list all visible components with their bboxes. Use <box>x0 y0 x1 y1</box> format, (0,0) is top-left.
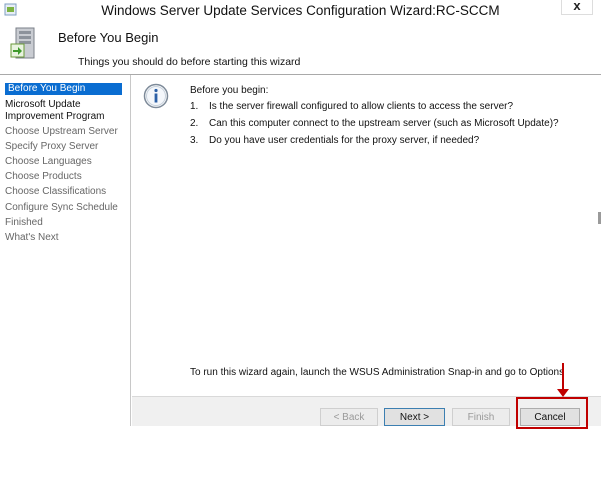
step-number: 3. <box>190 135 199 146</box>
step-number: 2. <box>190 118 199 129</box>
title-bar: Windows Server Update Services Configura… <box>0 0 601 21</box>
nav-item-microsoft-update[interactable]: Microsoft Update <box>5 99 81 111</box>
nav-item-finished[interactable]: Finished <box>5 217 43 229</box>
annotation-arrow-head <box>557 389 569 397</box>
intro-text: Before you begin: <box>190 85 269 96</box>
nav-item-configure-sync-schedule[interactable]: Configure Sync Schedule <box>5 202 118 214</box>
step-text: Do you have user credentials for the pro… <box>209 135 480 146</box>
step-text: Can this computer connect to the upstrea… <box>209 118 559 129</box>
wizard-window: Windows Server Update Services Configura… <box>0 0 601 426</box>
wizard-content: Before you begin: 1. Is the server firew… <box>132 75 601 396</box>
close-button[interactable]: x <box>561 0 593 15</box>
page-subtitle: Things you should do before starting thi… <box>78 56 301 68</box>
nav-item-specify-proxy-server[interactable]: Specify Proxy Server <box>5 141 98 153</box>
nav-item-improvement-program[interactable]: Improvement Program <box>5 111 104 123</box>
nav-item-choose-upstream-server[interactable]: Choose Upstream Server <box>5 126 118 138</box>
wizard-steps-nav: Before You Begin Microsoft Update Improv… <box>0 75 131 426</box>
finish-button[interactable]: Finish <box>452 408 510 426</box>
next-button[interactable]: Next > <box>384 408 445 426</box>
step-text: Is the server firewall configured to all… <box>209 101 514 112</box>
server-setup-icon <box>10 27 35 59</box>
nav-item-before-you-begin[interactable]: Before You Begin <box>5 83 122 95</box>
rerun-note: To run this wizard again, launch the WSU… <box>190 367 565 378</box>
info-icon <box>143 83 169 109</box>
annotation-arrow-shaft <box>562 363 564 391</box>
window-title: Windows Server Update Services Configura… <box>101 3 500 18</box>
cancel-highlight-box <box>516 397 588 429</box>
step-number: 1. <box>190 101 199 112</box>
nav-item-whats-next[interactable]: What's Next <box>5 232 59 244</box>
nav-item-choose-products[interactable]: Choose Products <box>5 171 82 183</box>
back-button[interactable]: < Back <box>320 408 378 426</box>
wizard-header: Before You Begin Things you should do be… <box>0 21 601 74</box>
nav-item-choose-classifications[interactable]: Choose Classifications <box>5 186 106 198</box>
close-icon: x <box>573 0 581 13</box>
page-title: Before You Begin <box>58 30 159 45</box>
nav-item-choose-languages[interactable]: Choose Languages <box>5 156 92 168</box>
